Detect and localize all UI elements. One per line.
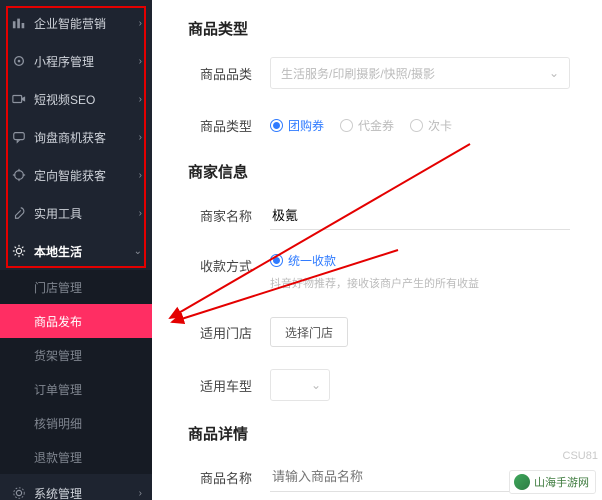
label-merchant-name: 商家名称 [188, 206, 252, 225]
nav-label: 短视频SEO [34, 91, 139, 108]
chevron-right-icon: › [139, 208, 142, 219]
subnav-store-mgmt[interactable]: 门店管理 [0, 270, 152, 304]
nav-shortvideo-seo[interactable]: 短视频SEO › [0, 80, 152, 118]
radio-label: 次卡 [428, 117, 452, 134]
aim-icon [12, 168, 26, 182]
button-select-stores[interactable]: 选择门店 [270, 317, 348, 347]
nav-label: 企业智能营销 [34, 15, 139, 32]
subnav-product-publish[interactable]: 商品发布 [0, 304, 152, 338]
subnav-label: 门店管理 [34, 279, 82, 296]
section-product-type-title: 商品类型 [188, 18, 588, 39]
chevron-right-icon: › [139, 488, 142, 499]
nav-enterprise-marketing[interactable]: 企业智能营销 › [0, 4, 152, 42]
section-product-detail-title: 商品详情 [188, 423, 588, 444]
row-product-type: 商品类型 团购券 代金券 次卡 [188, 111, 588, 139]
radio-label: 团购券 [288, 117, 324, 134]
nav-local-life-submenu: 门店管理 商品发布 货架管理 订单管理 核销明细 退款管理 [0, 270, 152, 474]
section-merchant-info-title: 商家信息 [188, 161, 588, 182]
nav-label: 系统管理 [34, 485, 139, 500]
nav-label: 小程序管理 [34, 53, 139, 70]
subnav-label: 核销明细 [34, 415, 82, 432]
nav-label: 本地生活 [34, 243, 134, 260]
chevron-right-icon: › [139, 56, 142, 67]
nav-inquiry-leads[interactable]: 询盘商机获客 › [0, 118, 152, 156]
subnav-label: 订单管理 [34, 381, 82, 398]
chevron-right-icon: › [139, 18, 142, 29]
main-content: 商品类型 商品品类 生活服务/印刷摄影/快照/摄影 ⌄ 商品类型 团购券 代金券 [152, 0, 602, 500]
label-collect-method: 收款方式 [188, 252, 252, 275]
label-applicable-car: 适用车型 [188, 376, 252, 395]
row-applicable-car: 适用车型 ⌄ [188, 369, 588, 401]
nav-label: 实用工具 [34, 205, 139, 222]
chevron-right-icon: › [139, 132, 142, 143]
select-car-type[interactable]: ⌄ [270, 369, 330, 401]
nav-miniprogram-mgmt[interactable]: 小程序管理 › [0, 42, 152, 80]
subnav-label: 货架管理 [34, 347, 82, 364]
sidebar: 企业智能营销 › 小程序管理 › 短视频SEO › 询盘商机获客 › 定向智能获… [0, 0, 152, 500]
radio-dot-icon [270, 119, 283, 132]
radio-voucher[interactable]: 代金券 [340, 117, 394, 134]
cs-tag: CSU81 [563, 450, 598, 462]
row-applicable-stores: 适用门店 选择门店 [188, 317, 588, 347]
radio-groupon[interactable]: 团购券 [270, 117, 324, 134]
radio-label: 统一收款 [288, 252, 336, 269]
radio-unified-collect[interactable]: 统一收款 [270, 252, 336, 269]
watermark-badge: 山海手游网 [509, 470, 596, 494]
nav-label: 定向智能获客 [34, 167, 139, 184]
row-merchant-name: 商家名称 [188, 200, 588, 230]
select-category[interactable]: 生活服务/印刷摄影/快照/摄影 ⌄ [270, 57, 570, 89]
radio-multicard[interactable]: 次卡 [410, 117, 452, 134]
nav-system-mgmt[interactable]: 系统管理 › [0, 474, 152, 500]
watermark-text: 山海手游网 [534, 474, 589, 490]
label-product-type: 商品类型 [188, 116, 252, 135]
target-icon [12, 54, 26, 68]
watermark-logo-icon [514, 474, 530, 490]
select-category-value: 生活服务/印刷摄影/快照/摄影 [281, 65, 435, 82]
nav-tools[interactable]: 实用工具 › [0, 194, 152, 232]
collect-help-text: 抖音好物推荐，接收该商户产生的所有收益 [270, 275, 479, 291]
label-product-name: 商品名称 [188, 468, 252, 487]
row-collect-method: 收款方式 统一收款 抖音好物推荐，接收该商户产生的所有收益 [188, 252, 588, 291]
wrench-icon [12, 206, 26, 220]
chevron-right-icon: › [139, 94, 142, 105]
chat-icon [12, 130, 26, 144]
radio-dot-icon [410, 119, 423, 132]
label-applicable-stores: 适用门店 [188, 323, 252, 342]
subnav-order-mgmt[interactable]: 订单管理 [0, 372, 152, 406]
subnav-shelf-mgmt[interactable]: 货架管理 [0, 338, 152, 372]
radio-dot-icon [270, 254, 283, 267]
input-merchant-name[interactable] [270, 200, 570, 230]
nav-label: 询盘商机获客 [34, 129, 139, 146]
chevron-down-icon: ⌄ [134, 246, 142, 257]
nav-local-life[interactable]: 本地生活 ⌄ [0, 232, 152, 270]
gear-icon [12, 244, 26, 258]
subnav-refund-mgmt[interactable]: 退款管理 [0, 440, 152, 474]
label-category: 商品品类 [188, 64, 252, 83]
chevron-right-icon: › [139, 170, 142, 181]
video-icon [12, 92, 26, 106]
bars-icon [12, 16, 26, 30]
subnav-writeoff-detail[interactable]: 核销明细 [0, 406, 152, 440]
chevron-down-icon: ⌄ [549, 66, 559, 80]
radio-label: 代金券 [358, 117, 394, 134]
chevron-down-icon: ⌄ [311, 378, 321, 392]
subnav-label: 商品发布 [34, 313, 82, 330]
subnav-label: 退款管理 [34, 449, 82, 466]
cog-icon [12, 486, 26, 500]
row-category: 商品品类 生活服务/印刷摄影/快照/摄影 ⌄ [188, 57, 588, 89]
radio-dot-icon [340, 119, 353, 132]
nav-targeted-leads[interactable]: 定向智能获客 › [0, 156, 152, 194]
